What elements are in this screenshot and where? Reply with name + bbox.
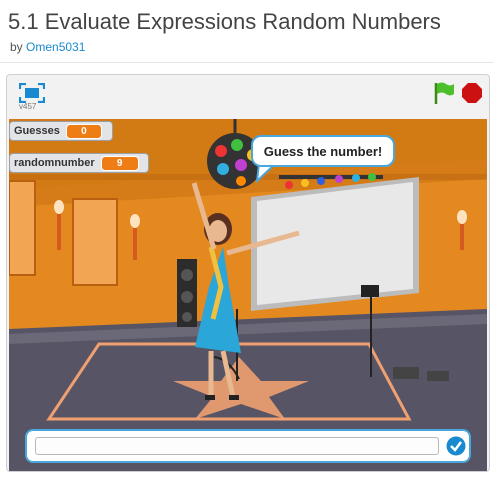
stage[interactable]: Guesses 0 randomnumber 9 Guess the numbe… bbox=[9, 119, 487, 471]
speech-bubble: Guess the number! bbox=[251, 135, 395, 167]
header-divider bbox=[0, 62, 494, 63]
fullscreen-icon[interactable] bbox=[19, 83, 45, 103]
ask-prompt bbox=[25, 429, 471, 463]
checkmark-icon[interactable] bbox=[446, 436, 466, 456]
monitor-value: 9 bbox=[100, 155, 139, 171]
version-label: v457 bbox=[19, 102, 37, 111]
monitor-label: randomnumber bbox=[14, 157, 95, 169]
author-link[interactable]: Omen5031 bbox=[26, 40, 85, 54]
project-byline: by Omen5031 bbox=[10, 40, 85, 54]
monitor-value: 0 bbox=[65, 123, 102, 139]
answer-input[interactable] bbox=[35, 437, 439, 455]
monitor-label: Guesses bbox=[14, 125, 60, 137]
by-label: by bbox=[10, 40, 23, 54]
green-flag-icon[interactable] bbox=[433, 81, 455, 105]
project-player: v457 Guesses 0 randomnumber 9 Guess the … bbox=[6, 74, 490, 472]
stop-sign-icon[interactable] bbox=[462, 83, 482, 103]
variable-monitor-guesses[interactable]: Guesses 0 bbox=[9, 121, 113, 141]
variable-monitor-randomnumber[interactable]: randomnumber 9 bbox=[9, 153, 149, 173]
project-title: 5.1 Evaluate Expressions Random Numbers bbox=[8, 9, 441, 34]
